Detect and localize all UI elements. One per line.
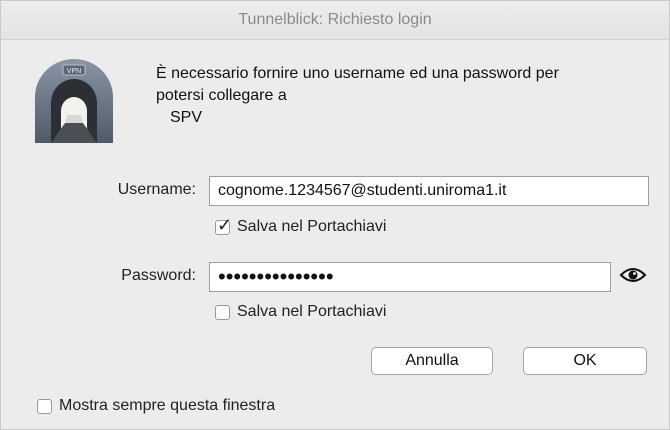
vpn-tunnel-icon: VPN [35,59,113,143]
checkbox-box[interactable] [215,304,230,320]
always-show-checkbox[interactable]: Mostra sempre questa finestra [37,397,275,415]
username-label: Username: [117,181,196,198]
ok-button[interactable]: OK [523,347,647,375]
message-line-2: potersi collegare a [156,87,287,104]
login-dialog: Tunnelblick: Richiesto login VPN È neces… [0,0,670,430]
connection-name: SPV [170,109,203,126]
username-save-label: Salva nel Portachiavi [237,218,387,235]
password-label: Password: [121,267,196,284]
eye-icon[interactable] [619,265,647,285]
password-save-label: Salva nel Portachiavi [237,303,387,320]
checkbox-box[interactable] [37,398,52,414]
checkmark-icon: ✓ [217,214,233,235]
login-message: È necessario fornire uno username ed una… [156,63,646,129]
window-title: Tunnelblick: Richiesto login [1,1,669,40]
always-show-label: Mostra sempre questa finestra [59,397,276,414]
checkbox-box[interactable]: ✓ [215,215,232,235]
password-save-checkbox[interactable]: Salva nel Portachiavi [215,303,386,321]
username-field[interactable] [209,176,649,206]
username-save-checkbox[interactable]: ✓ Salva nel Portachiavi [215,215,387,236]
password-field[interactable]: ••••••••••••••• [209,262,611,292]
vpn-badge-text: VPN [67,68,81,75]
cancel-button[interactable]: Annulla [371,347,493,375]
message-line-1: È necessario fornire uno username ed una… [156,65,559,82]
